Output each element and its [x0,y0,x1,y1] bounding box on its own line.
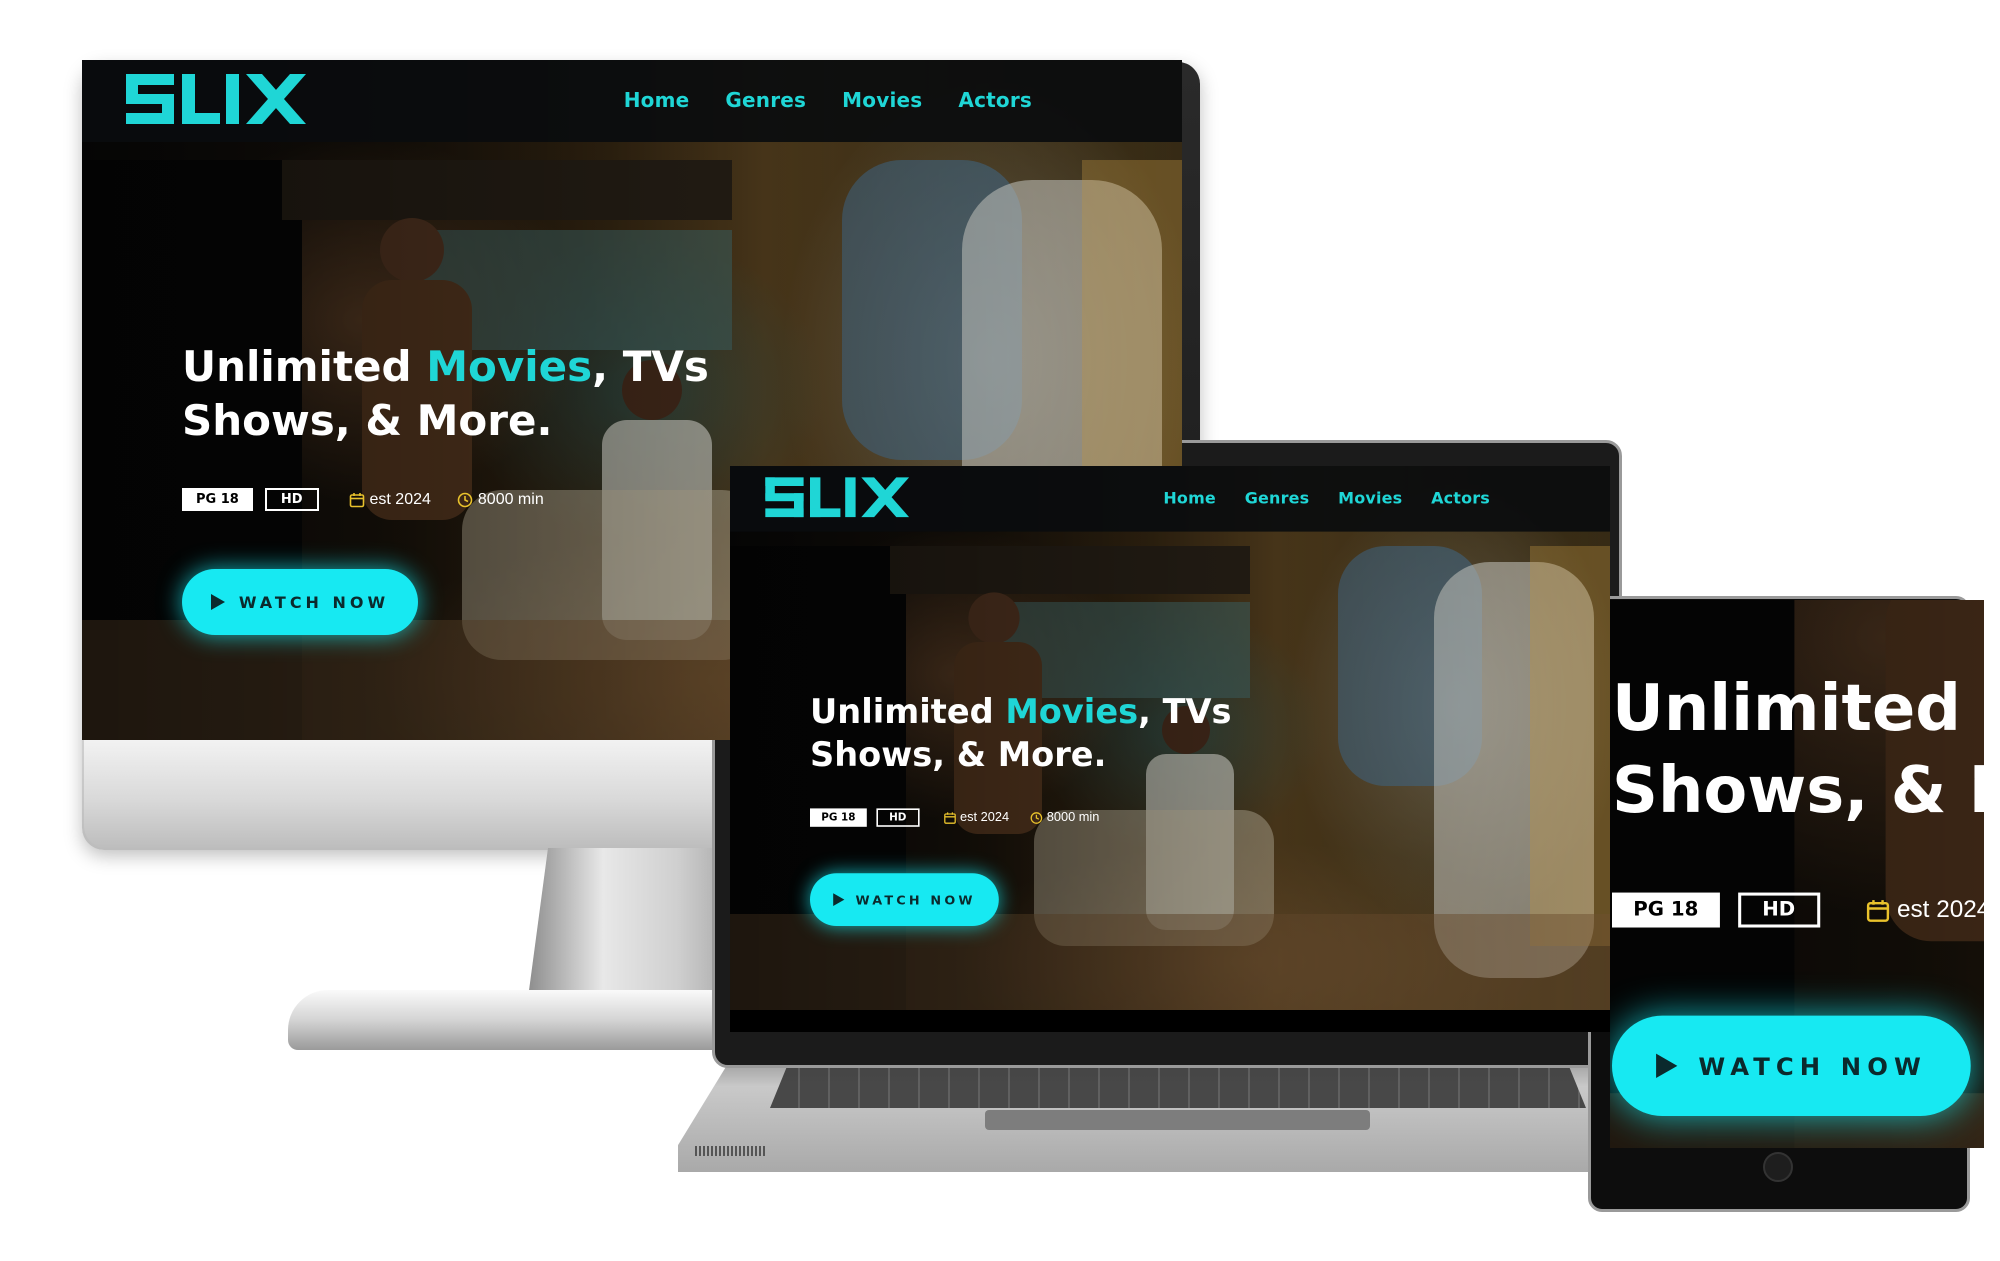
laptop-speaker-grille [695,1146,765,1156]
watch-now-button[interactable]: WATCH NOW [1612,1015,1971,1116]
hero-title-accent: Movies [426,342,593,391]
nav-genres[interactable]: Genres [725,88,806,112]
play-icon [1655,1053,1678,1078]
hero-title: Unlimited Movies, TVs Shows, & More. [810,690,1258,776]
tablet-home-button [1763,1152,1793,1182]
hero-title-text: Unlimited [810,691,1006,731]
nav-actors[interactable]: Actors [1431,488,1490,507]
hero-title-text: Unlimited [1612,670,1984,746]
hero-meta: PG 18 HD est 2024 8000 min [182,488,742,511]
nav-genres[interactable]: Genres [1245,488,1310,507]
hero-meta: PG 18 HD est 2024 8000 min [1612,892,1984,928]
hero-content: Unlimited Movies, TVs Shows, & More. PG … [810,690,1258,926]
year-text: est 2024 [369,490,431,508]
nav-actors[interactable]: Actors [958,88,1032,112]
duration-meta: 8000 min [457,491,544,509]
play-icon [833,893,845,906]
nav-links: Home Genres Movies Actors [624,88,1032,112]
website-hero: Home Genres Movies Actors Unlimited Movi… [1610,600,1984,1148]
year-meta: est 2024 [943,810,1009,824]
quality-badge: HD [264,488,319,511]
nav-movies[interactable]: Movies [1338,488,1402,507]
laptop-screen: Home Genres Movies Actors Unlimited Movi… [730,466,1610,1032]
hero-content: Unlimited Movies, TVs Shows, & More. PG … [182,340,742,635]
nav-home[interactable]: Home [1163,488,1216,507]
watch-now-button[interactable]: WATCH NOW [182,569,418,635]
duration-text: 8000 min [1046,810,1100,824]
year-meta: est 2024 [1865,896,1984,923]
site-logo[interactable] [765,477,910,518]
quality-badge: HD [876,808,920,827]
hero-title: Unlimited Movies, TVs Shows, & More. [1612,668,1984,832]
quality-badge: HD [1737,892,1820,928]
watch-now-label: WATCH NOW [238,592,390,612]
watch-now-label: WATCH NOW [1698,1051,1927,1081]
hero-meta: PG 18 HD est 2024 8000 min [810,808,1258,827]
watch-now-label: WATCH NOW [855,892,976,908]
nav-home[interactable]: Home [624,88,690,112]
website-hero: Home Genres Movies Actors Unlimited Movi… [730,466,1610,1010]
hero-title-accent: Movies [1983,671,1984,745]
year-meta: est 2024 [349,491,431,509]
calendar-icon [943,812,956,824]
rating-badge: PG 18 [182,488,253,511]
calendar-icon [349,492,364,507]
nav-links: Home Genres Movies Actors [1163,488,1490,507]
hero-content: Unlimited Movies, TVs Shows, & More. PG … [1612,668,1984,1116]
clock-icon [1030,811,1043,824]
calendar-icon [1866,899,1889,922]
nav-movies[interactable]: Movies [842,88,922,112]
site-logo[interactable] [126,74,306,124]
duration-text: 8000 min [477,490,544,508]
rating-badge: PG 18 [1612,892,1720,928]
site-navbar: Home Genres Movies Actors [730,466,1610,532]
laptop-keyboard [770,1068,1586,1108]
rating-badge: PG 18 [810,808,867,827]
tablet-screen: Home Genres Movies Actors Unlimited Movi… [1610,600,1984,1148]
site-navbar: Home Genres Movies Actors [82,60,1182,142]
play-icon [210,594,225,610]
year-text: est 2024 [1897,896,1984,923]
hero-title-text: Unlimited [182,342,427,391]
watch-now-button[interactable]: WATCH NOW [810,873,999,926]
year-text: est 2024 [960,810,1010,824]
hero-title-accent: Movies [1005,691,1139,731]
laptop-trackpad [985,1110,1370,1130]
clock-icon [457,492,473,507]
hero-title: Unlimited Movies, TVs Shows, & More. [182,340,742,448]
duration-meta: 8000 min [1030,810,1099,824]
